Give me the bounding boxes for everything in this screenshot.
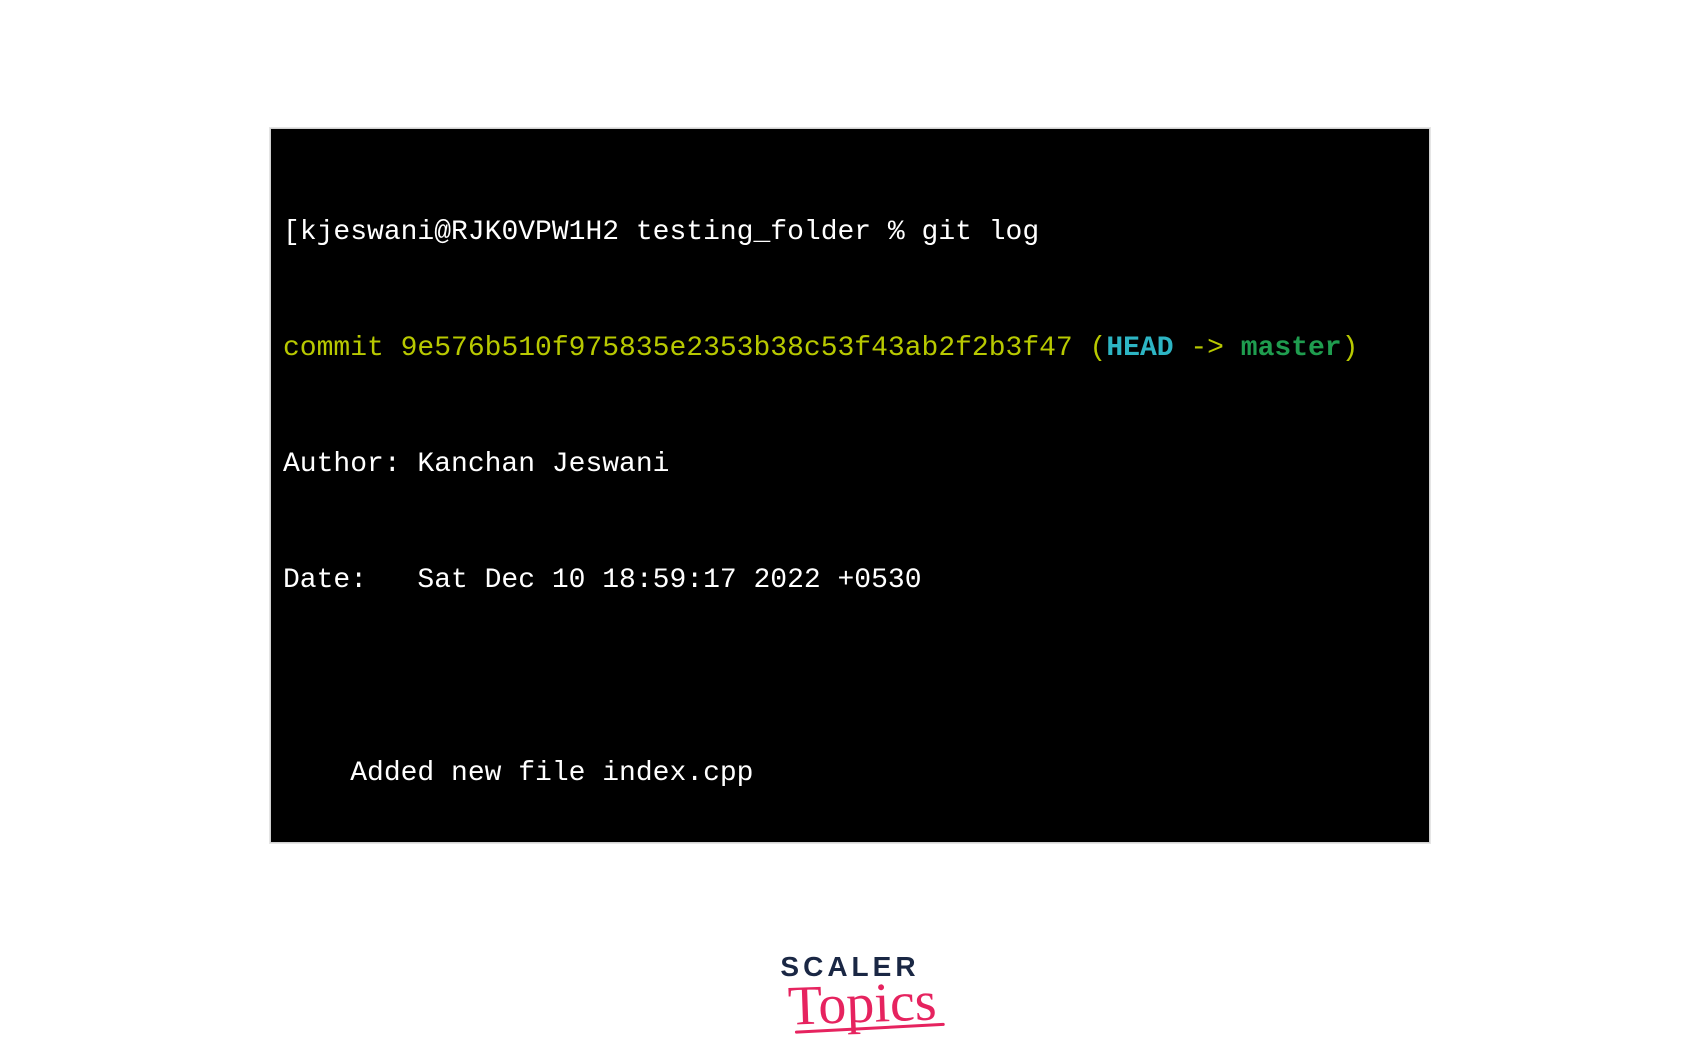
terminal-line-commit: commit 9e576b510f975835e2353b38c53f43ab2… <box>283 330 1417 369</box>
terminal-line-message: Added new file index.cpp <box>283 755 1417 794</box>
terminal-line-author: Author: Kanchan Jeswani <box>283 446 1417 485</box>
ref-arrow: -> <box>1174 333 1241 364</box>
logo-line-topics: Topics <box>787 983 937 1027</box>
terminal-line-prompt: [kjeswani@RJK0VPW1H2 testing_folder % gi… <box>283 214 1417 253</box>
ref-open-paren: ( <box>1073 333 1107 364</box>
prompt-text: kjeswani@RJK0VPW1H2 testing_folder % <box>300 217 922 248</box>
scaler-topics-logo: SCALER Topics <box>776 953 925 1024</box>
terminal-line-date: Date: Sat Dec 10 18:59:17 2022 +0530 <box>283 562 1417 601</box>
ref-close-paren: ) <box>1342 333 1359 364</box>
terminal-window[interactable]: [kjeswani@RJK0VPW1H2 testing_folder % gi… <box>270 128 1430 843</box>
logo-line-scaler: SCALER <box>780 953 919 981</box>
command-text: git log <box>922 217 1040 248</box>
branch-name: master <box>1241 333 1342 364</box>
prompt-bracket: [ <box>283 217 300 248</box>
head-ref: HEAD <box>1106 333 1173 364</box>
commit-prefix: commit <box>283 333 401 364</box>
commit-hash: 9e576b510f975835e2353b38c53f43ab2f2b3f47 <box>401 333 1073 364</box>
